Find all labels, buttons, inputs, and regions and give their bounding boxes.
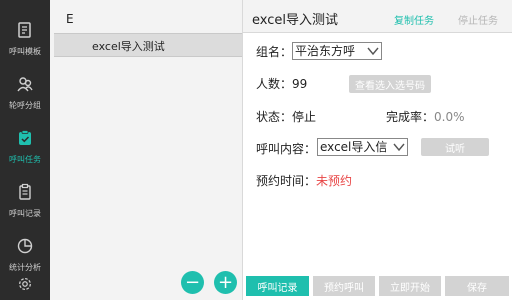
nav-label: 统计分析 [9, 262, 41, 272]
task-list-item-label: excel导入测试 [92, 40, 165, 53]
nav-label: 呼叫任务 [9, 154, 41, 164]
task-list-panel: E excel导入测试 − + [50, 0, 243, 300]
nav-label: 轮呼分组 [9, 100, 41, 110]
test-call-button[interactable]: 试听 [421, 138, 489, 156]
bottom-action-bar: 呼叫记录 预约呼叫 立即开始 保存 [243, 276, 512, 300]
nav-item-call-task[interactable]: 呼叫任务 [0, 118, 50, 174]
nav-item-rotation-group[interactable]: 轮呼分组 [0, 64, 50, 120]
group-select-value: 平治东方呼 [295, 44, 356, 58]
nav-label: 呼叫记录 [9, 208, 41, 218]
call-record-button[interactable]: 呼叫记录 [246, 276, 309, 296]
add-task-button[interactable]: + [214, 271, 237, 294]
remove-task-button[interactable]: − [181, 271, 204, 294]
copy-task-link[interactable]: 复制任务 [394, 12, 434, 27]
nav-item-call-record[interactable]: 呼叫记录 [0, 172, 50, 228]
schedule-call-button[interactable]: 预约呼叫 [313, 276, 375, 296]
detail-header: excel导入测试 复制任务 停止任务 [243, 0, 512, 33]
pie-chart-icon [15, 236, 35, 256]
count-label: 人数：99 [256, 75, 307, 92]
status-value: 停止 [292, 110, 317, 124]
nav-label: 呼叫模板 [9, 46, 41, 56]
task-detail-panel: excel导入测试 复制任务 停止任务 组名： 平治东方呼 人数：99 查看选入… [243, 0, 512, 300]
chevron-down-icon [393, 143, 405, 152]
content-select-value: excel导入信 [320, 140, 388, 154]
completion-label: 完成率：0.0% [386, 108, 465, 125]
content-select[interactable]: excel导入信 [317, 138, 408, 156]
sidebar: 呼叫模板 轮呼分组 呼叫任务 呼叫记录 统计分析 [0, 0, 50, 300]
nav-item-call-template[interactable]: 呼叫模板 [0, 10, 50, 66]
status-label-text: 状态： [256, 110, 293, 124]
group-label: 组名： [256, 45, 293, 59]
group-icon [15, 74, 35, 94]
schedule-value: 未预约 [316, 174, 353, 188]
status-label: 状态：停止 [256, 108, 316, 125]
completion-label-text: 完成率： [386, 110, 435, 124]
record-icon [15, 182, 35, 202]
start-now-button[interactable]: 立即开始 [379, 276, 441, 296]
count-value: 99 [292, 77, 308, 91]
schedule-label: 预约时间：未预约 [256, 172, 352, 189]
detail-title: excel导入测试 [252, 13, 338, 28]
count-label-text: 人数： [256, 77, 293, 91]
template-icon [15, 20, 35, 40]
view-numbers-button[interactable]: 查看选入选号码 [349, 75, 431, 93]
group-select[interactable]: 平治东方呼 [292, 42, 382, 60]
chevron-down-icon [367, 47, 379, 56]
content-label: 呼叫内容： [256, 142, 317, 156]
stop-task-link[interactable]: 停止任务 [458, 12, 498, 27]
task-icon [15, 128, 35, 148]
save-button[interactable]: 保存 [445, 276, 509, 296]
group-header: E [66, 12, 74, 26]
schedule-label-text: 预约时间： [256, 174, 317, 188]
completion-value: 0.0% [434, 110, 465, 124]
nav-item-settings[interactable] [0, 274, 50, 300]
task-list-item[interactable]: excel导入测试 [54, 33, 242, 57]
settings-icon [15, 274, 35, 294]
